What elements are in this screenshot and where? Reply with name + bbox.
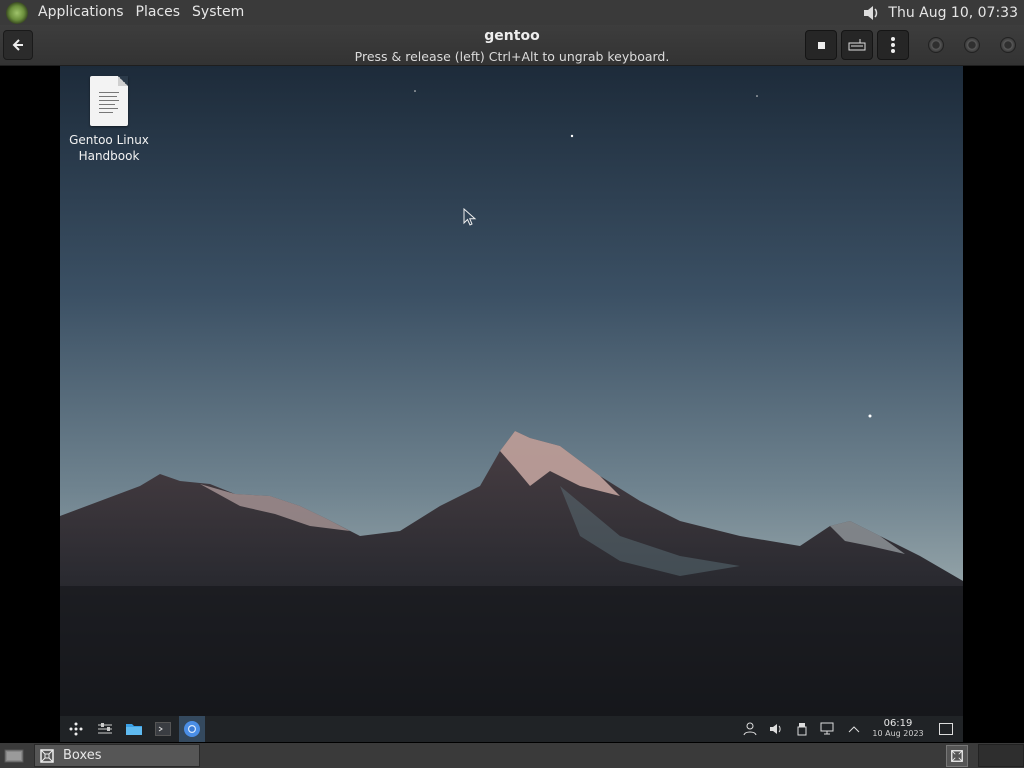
chevron-up-icon[interactable] — [841, 716, 867, 742]
boxes-small-icon — [951, 749, 963, 762]
mate-menu-icon[interactable] — [6, 1, 28, 24]
mouse-pointer-icon — [463, 208, 477, 226]
minimize-button[interactable] — [928, 37, 944, 53]
usb-device-icon[interactable] — [789, 716, 815, 742]
network-icon[interactable] — [815, 716, 841, 742]
guest-clock-time: 06:19 — [883, 718, 913, 729]
guest-clock[interactable]: 06:19 10 Aug 2023 — [867, 719, 929, 739]
user-icon[interactable] — [737, 716, 763, 742]
desktop-icon-label: Gentoo Linux Handbook — [69, 133, 149, 163]
close-button[interactable] — [1000, 37, 1016, 53]
taskbar-item-boxes[interactable]: Boxes — [34, 744, 200, 767]
maximize-button[interactable] — [964, 37, 980, 53]
host-bottom-panel: Boxes — [0, 743, 1024, 768]
system-menu[interactable]: System — [186, 0, 250, 25]
terminal-button[interactable] — [150, 716, 176, 742]
document-icon — [90, 76, 128, 126]
keyboard-icon — [848, 39, 866, 51]
vertical-dots-icon — [891, 37, 895, 53]
speaker-icon[interactable] — [860, 2, 882, 24]
mountain-wallpaper — [60, 66, 963, 716]
applications-menu[interactable]: Applications — [32, 0, 130, 25]
chromium-button[interactable] — [179, 716, 205, 742]
chromium-icon — [184, 721, 200, 737]
file-manager-button[interactable] — [121, 716, 147, 742]
keyboard-button[interactable] — [841, 30, 873, 60]
guest-taskbar: 06:19 10 Aug 2023 — [60, 716, 963, 742]
guest-clock-date: 10 Aug 2023 — [872, 729, 924, 738]
vm-display[interactable]: Gentoo Linux Handbook 06:19 10 Aug 2023 — [60, 66, 963, 742]
volume-icon[interactable] — [763, 716, 789, 742]
show-desktop-button[interactable] — [2, 743, 26, 768]
workspace-2[interactable] — [978, 744, 1024, 767]
places-menu[interactable]: Places — [130, 0, 187, 25]
desktop-icon — [4, 749, 24, 762]
task-manager-button[interactable] — [92, 716, 118, 742]
show-desktop-icon[interactable] — [933, 716, 959, 742]
square-icon — [817, 41, 825, 49]
terminal-icon — [155, 722, 171, 736]
desktop-icon-gentoo-handbook[interactable]: Gentoo Linux Handbook — [68, 76, 150, 164]
folder-icon — [126, 724, 142, 735]
boxes-header-bar: gentoo Press & release (left) Ctrl+Alt t… — [0, 25, 1024, 66]
launcher-icon — [69, 722, 83, 736]
workspace-1[interactable] — [946, 744, 968, 767]
fullscreen-button[interactable] — [805, 30, 837, 60]
host-clock[interactable]: Thu Aug 10, 07:33 — [888, 5, 1024, 21]
taskbar-item-label: Boxes — [63, 748, 102, 763]
boxes-icon — [40, 748, 54, 763]
app-launcher-button[interactable] — [63, 716, 89, 742]
menu-button[interactable] — [877, 30, 909, 60]
host-top-panel: Applications Places System Thu Aug 10, 0… — [0, 0, 1024, 25]
sliders-icon — [98, 723, 112, 734]
